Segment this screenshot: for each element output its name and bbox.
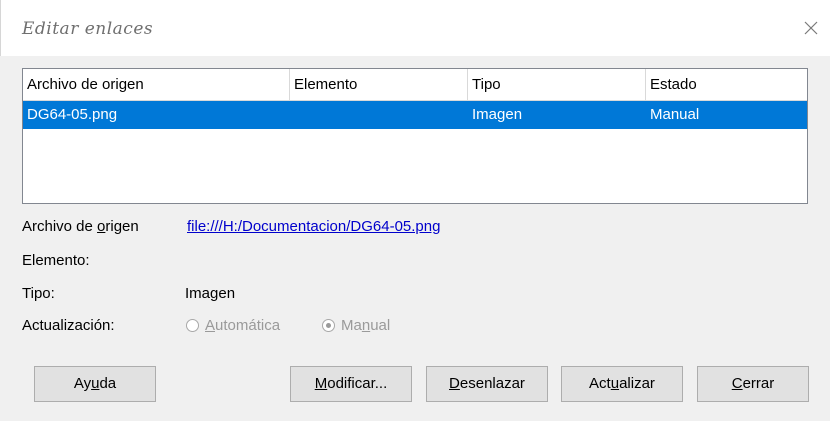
radio-automatic-label: Automática (205, 316, 281, 334)
column-header-archivo[interactable]: Archivo de origen (23, 69, 290, 100)
dialog-title: Editar enlaces (22, 19, 154, 39)
radio-manual-label: Manual (341, 316, 391, 334)
update-button[interactable]: Actualizar (561, 366, 683, 402)
dialog-titlebar: Editar enlaces (0, 0, 830, 56)
update-label: Actualización: (22, 317, 115, 334)
column-header-elemento[interactable]: Elemento (290, 69, 468, 100)
cell-tipo: Imagen (472, 106, 523, 123)
source-file-link[interactable]: file:///H:/Documentacion/DG64-05.png (187, 218, 440, 235)
cell-estado: Manual (650, 106, 700, 123)
help-button[interactable]: Ayuda (34, 366, 156, 402)
table-row[interactable]: DG64-05.png Imagen Manual (23, 101, 807, 129)
close-button[interactable]: Cerrar (697, 366, 809, 402)
source-file-label: Archivo de origen (22, 218, 139, 235)
radio-manual[interactable]: Manual (322, 314, 390, 336)
radio-automatic[interactable]: Automática (186, 314, 280, 336)
edit-links-dialog: Editar enlaces Archivo de origen Element… (0, 0, 830, 421)
modify-button[interactable]: Modificar... (290, 366, 412, 402)
links-table[interactable]: Archivo de origen Elemento Tipo Estado D… (22, 68, 808, 204)
table-header: Archivo de origen Elemento Tipo Estado (23, 69, 807, 101)
radio-automatic-indicator[interactable] (186, 318, 199, 332)
cell-archivo: DG64-05.png (27, 106, 118, 123)
unlink-button[interactable]: Desenlazar (426, 366, 548, 402)
column-header-estado[interactable]: Estado (646, 69, 807, 100)
column-header-tipo[interactable]: Tipo (468, 69, 646, 100)
type-label: Tipo: (22, 285, 55, 302)
type-value: Imagen (185, 285, 236, 302)
cell-elemento (290, 101, 468, 129)
close-icon[interactable] (800, 17, 822, 39)
element-label: Elemento: (22, 252, 90, 269)
radio-manual-indicator[interactable] (322, 318, 335, 332)
